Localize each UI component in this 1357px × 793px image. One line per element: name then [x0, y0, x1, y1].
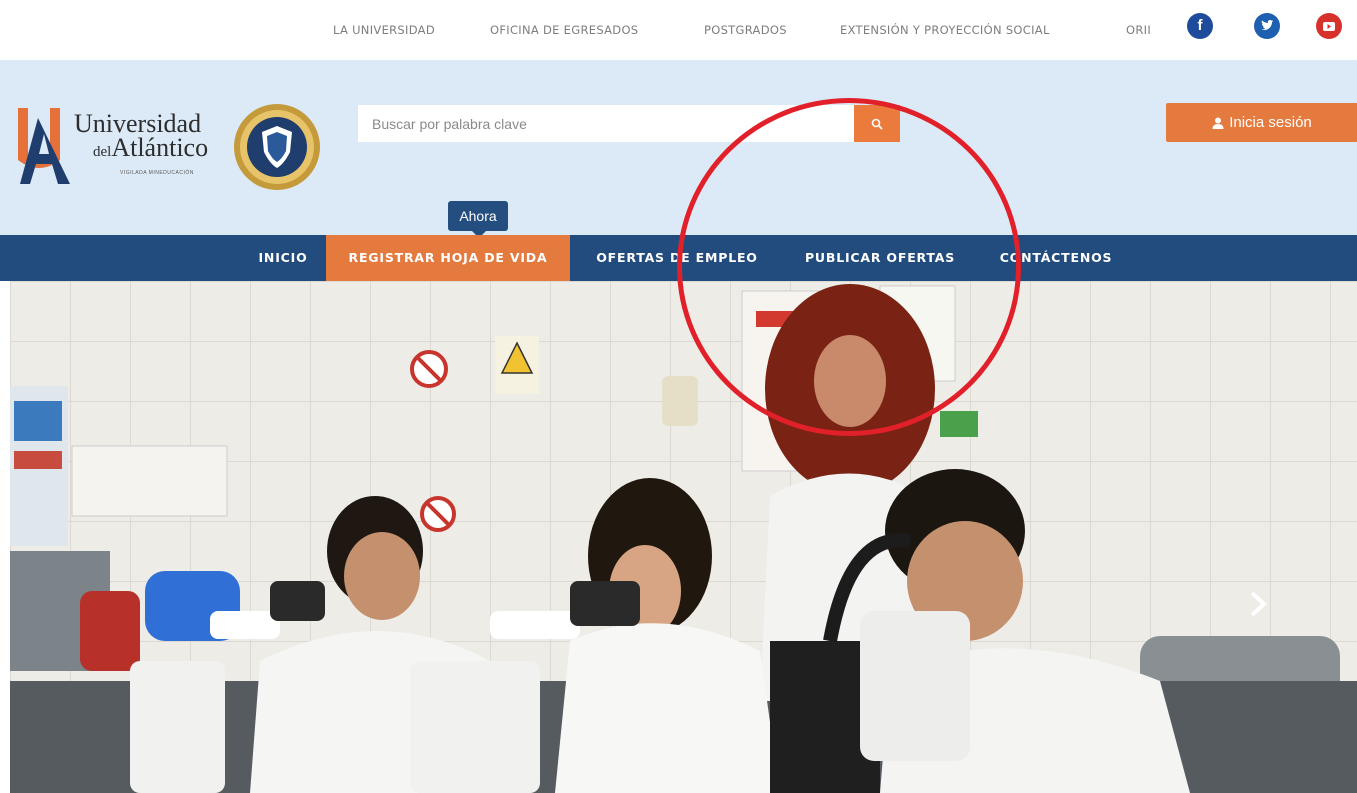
top-link-oficina-egresados[interactable]: OFICINA DE EGRESADOS [490, 23, 638, 37]
login-button[interactable]: Inicia sesión [1166, 103, 1357, 142]
red-annotation-circle [677, 98, 1021, 436]
site-header: Universidad delAtlántico VIGILADA MINEDU… [0, 60, 1357, 238]
user-icon [1212, 117, 1224, 129]
hero-banner [10, 281, 1357, 793]
top-link-orii[interactable]: ORII [1126, 23, 1151, 37]
top-links: LA UNIVERSIDAD OFICINA DE EGRESADOS POST… [0, 23, 1357, 41]
nav-item-inicio[interactable]: INICIO [246, 235, 320, 281]
accreditation-seal-icon [234, 104, 320, 190]
ahora-tooltip: Ahora [448, 201, 508, 238]
chevron-right-icon [1250, 591, 1267, 617]
top-link-extension-proyeccion[interactable]: EXTENSIÓN Y PROYECCIÓN SOCIAL [840, 23, 1050, 37]
twitter-icon[interactable] [1254, 13, 1280, 39]
logo-text-line2: delAtlántico [93, 133, 209, 162]
carousel-next-button[interactable] [1246, 589, 1270, 619]
top-utility-bar: LA UNIVERSIDAD OFICINA DE EGRESADOS POST… [0, 0, 1357, 60]
ua-logo-mark-icon [18, 108, 70, 184]
facebook-icon[interactable]: f [1187, 13, 1213, 39]
hero-photo [10, 281, 1357, 793]
youtube-icon[interactable] [1316, 13, 1342, 39]
top-link-la-universidad[interactable]: LA UNIVERSIDAD [333, 23, 435, 37]
top-link-postgrados[interactable]: POSTGRADOS [704, 23, 787, 37]
login-label: Inicia sesión [1229, 114, 1312, 131]
logo-tagline: VIGILADA MINEDUCACIÓN [120, 170, 194, 176]
nav-item-registrar-hoja-de-vida[interactable]: REGISTRAR HOJA DE VIDA [326, 235, 570, 281]
university-logo[interactable]: Universidad delAtlántico VIGILADA MINEDU… [10, 100, 330, 190]
